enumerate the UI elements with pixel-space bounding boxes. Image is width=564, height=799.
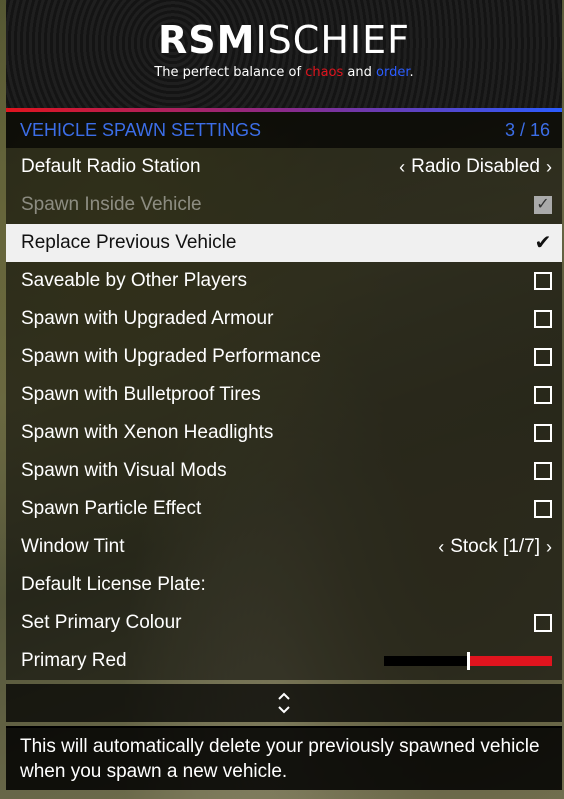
checkbox[interactable] <box>534 348 552 366</box>
scroll-indicator[interactable] <box>6 684 562 722</box>
checkbox[interactable] <box>534 614 552 632</box>
menu-item-bulletproof-tires[interactable]: Spawn with Bulletproof Tires <box>6 376 562 414</box>
logo-thin-text: ISCHIEF <box>255 18 410 62</box>
tagline: The perfect balance of chaos and order. <box>6 65 562 80</box>
option-value: Stock [1/7] <box>450 536 540 557</box>
menu-item-spawn-inside-vehicle[interactable]: Spawn Inside Vehicle ✓ <box>6 186 562 224</box>
menu-item-saveable-by-other-players[interactable]: Saveable by Other Players <box>6 262 562 300</box>
menu-item-default-license-plate[interactable]: Default License Plate: <box>6 566 562 604</box>
menu-item-label: Default Radio Station <box>21 156 201 177</box>
logo: RSMISCHIEF <box>6 20 562 60</box>
option-selector[interactable]: ‹ Stock [1/7] › <box>438 536 552 558</box>
menu-item-primary-red[interactable]: Primary Red <box>6 642 562 680</box>
logo-bold-text: RSM <box>158 18 256 62</box>
slider-track-left <box>384 656 468 666</box>
chevron-left-icon[interactable]: ‹ <box>399 157 405 178</box>
menu-item-default-radio-station[interactable]: Default Radio Station ‹ Radio Disabled › <box>6 148 562 186</box>
menu-item-visual-mods[interactable]: Spawn with Visual Mods <box>6 452 562 490</box>
menu-item-label: Set Primary Colour <box>21 612 182 633</box>
submenu-header: VEHICLE SPAWN SETTINGS 3 / 16 <box>6 112 562 148</box>
menu-item-label: Window Tint <box>21 536 125 557</box>
checkbox[interactable] <box>534 500 552 518</box>
primary-red-slider[interactable] <box>384 652 552 670</box>
option-value: Radio Disabled <box>411 156 540 177</box>
menu-item-label: Spawn with Bulletproof Tires <box>21 384 261 405</box>
checkbox[interactable] <box>534 272 552 290</box>
menu-item-label: Spawn with Upgraded Performance <box>21 346 321 367</box>
checkbox-checked[interactable]: ✓ <box>534 196 552 214</box>
menu-header: RSMISCHIEF The perfect balance of chaos … <box>6 0 562 108</box>
menu-item-replace-previous-vehicle[interactable]: Replace Previous Vehicle ✔ <box>6 224 562 262</box>
checkbox[interactable] <box>534 310 552 328</box>
checkbox[interactable] <box>534 462 552 480</box>
menu-item-label: Spawn with Xenon Headlights <box>21 422 274 443</box>
menu-item-upgraded-performance[interactable]: Spawn with Upgraded Performance <box>6 338 562 376</box>
option-selector[interactable]: ‹ Radio Disabled › <box>399 156 552 178</box>
menu-item-label: Spawn Inside Vehicle <box>21 194 202 215</box>
tagline-suffix: . <box>409 65 414 80</box>
mod-menu: RSMISCHIEF The perfect balance of chaos … <box>6 0 562 790</box>
menu-item-label: Replace Previous Vehicle <box>21 232 237 253</box>
checkbox[interactable] <box>534 424 552 442</box>
menu-item-label: Spawn Particle Effect <box>21 498 202 519</box>
checkbox-checked[interactable]: ✔ <box>534 233 552 253</box>
tagline-mid: and <box>343 65 377 80</box>
tagline-chaos: chaos <box>305 65 344 80</box>
menu-item-xenon-headlights[interactable]: Spawn with Xenon Headlights <box>6 414 562 452</box>
menu-item-label: Saveable by Other Players <box>21 270 248 291</box>
scroll-up-down-icon <box>278 692 290 714</box>
tagline-order: order <box>376 65 410 80</box>
item-description: This will automatically delete your prev… <box>6 726 562 790</box>
checkbox[interactable] <box>534 386 552 404</box>
menu-item-label: Default License Plate: <box>21 574 206 595</box>
menu-item-window-tint[interactable]: Window Tint ‹ Stock [1/7] › <box>6 528 562 566</box>
slider-track-right <box>468 656 552 666</box>
tagline-prefix: The perfect balance of <box>154 65 306 80</box>
menu-item-upgraded-armour[interactable]: Spawn with Upgraded Armour <box>6 300 562 338</box>
chevron-right-icon[interactable]: › <box>546 157 552 178</box>
submenu-title: VEHICLE SPAWN SETTINGS <box>20 119 262 140</box>
menu-item-set-primary-colour[interactable]: Set Primary Colour <box>6 604 562 642</box>
slider-knob[interactable] <box>467 652 470 670</box>
item-counter: 3 / 16 <box>504 119 550 140</box>
chevron-left-icon[interactable]: ‹ <box>438 537 444 558</box>
menu-item-label: Spawn with Upgraded Armour <box>21 308 274 329</box>
menu-item-particle-effect[interactable]: Spawn Particle Effect <box>6 490 562 528</box>
menu-item-label: Spawn with Visual Mods <box>21 460 227 481</box>
chevron-right-icon[interactable]: › <box>546 537 552 558</box>
menu-item-label: Primary Red <box>21 650 127 671</box>
